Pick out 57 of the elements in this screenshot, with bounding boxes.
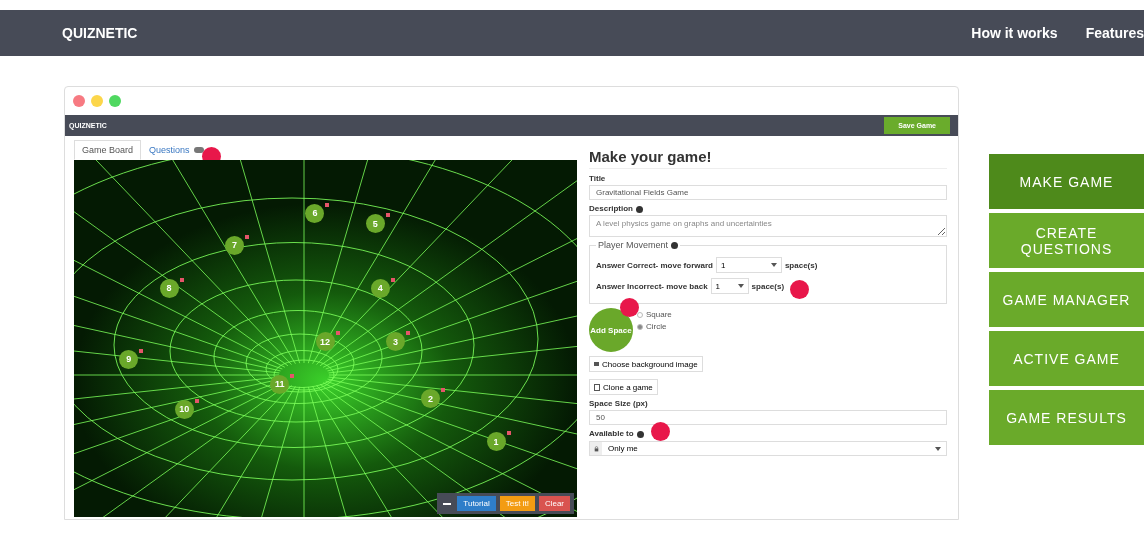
form-heading: Make your game!: [589, 148, 947, 169]
clone-game-button[interactable]: Clone a game: [589, 379, 658, 395]
availability-dropdown[interactable]: Only me: [589, 441, 947, 456]
site-logo[interactable]: QUIZNETIC: [62, 25, 138, 41]
delete-icon[interactable]: [179, 277, 184, 282]
caret-icon: [737, 284, 744, 288]
unit-label: space(s): [784, 260, 818, 270]
hotspot-marker: [651, 422, 670, 441]
caret-icon: [935, 446, 941, 451]
dropdown[interactable]: 1: [710, 278, 749, 294]
field-label: Answer Correct- move forward: [596, 260, 713, 270]
choose-background-button[interactable]: Choose background image: [589, 356, 703, 372]
delete-icon[interactable]: [194, 398, 199, 403]
menu-button[interactable]: GAME RESULTS: [989, 390, 1144, 445]
delete-icon[interactable]: [441, 388, 446, 393]
nav-link[interactable]: How it works: [971, 25, 1058, 41]
field-label: Space Size (px): [589, 399, 648, 408]
tab[interactable]: Questions: [141, 140, 198, 160]
delete-icon[interactable]: [325, 202, 330, 207]
toolbar-button[interactable]: Test it!: [499, 496, 535, 511]
add-space-button[interactable]: Add Space: [589, 308, 633, 352]
help-icon[interactable]: [671, 241, 679, 249]
radio-label: Square: [646, 310, 672, 319]
tab[interactable]: Game Board: [74, 140, 142, 160]
dropdown[interactable]: 1: [715, 257, 782, 273]
toolbar-button[interactable]: Clear: [538, 496, 570, 511]
field-label: Description: [589, 204, 633, 213]
menu-button[interactable]: MAKE GAME: [989, 154, 1144, 209]
help-icon[interactable]: [636, 205, 643, 213]
nav-link[interactable]: Features: [1085, 25, 1144, 41]
menu-button[interactable]: GAME MANAGER: [989, 272, 1144, 327]
menu-button[interactable]: ACTIVE GAME: [989, 331, 1144, 386]
title-field[interactable]: Gravitational Fields Game: [589, 185, 947, 200]
toolbar-button[interactable]: Tutorial: [457, 496, 496, 511]
menu-button[interactable]: CREATE QUESTIONS: [989, 213, 1144, 268]
hotspot-marker: [620, 298, 639, 317]
lock-icon: [593, 445, 599, 452]
help-icon[interactable]: [636, 430, 644, 438]
hotspot-marker: [790, 280, 809, 299]
caret-icon: [770, 263, 777, 267]
delete-icon[interactable]: [390, 277, 395, 282]
close-window-icon[interactable]: [73, 95, 85, 107]
count-badge: [193, 147, 204, 153]
field-label: Available to: [589, 429, 634, 438]
delete-icon[interactable]: [244, 234, 249, 239]
space-size-field[interactable]: 50: [589, 410, 947, 425]
field-label: Title: [589, 174, 606, 183]
delete-icon[interactable]: [506, 431, 511, 435]
field-label: Answer Incorrect- move back: [596, 281, 708, 291]
delete-icon[interactable]: [385, 213, 390, 218]
description-field[interactable]: A level physics game on graphs and uncertainties: [589, 215, 947, 237]
delete-icon[interactable]: [139, 348, 144, 353]
maximize-window-icon[interactable]: [109, 95, 121, 107]
radio-label: Circle: [646, 322, 667, 331]
radio-button[interactable]: [637, 323, 643, 330]
unit-label: space(s): [751, 281, 785, 291]
panel-legend: Player Movement: [598, 240, 669, 250]
